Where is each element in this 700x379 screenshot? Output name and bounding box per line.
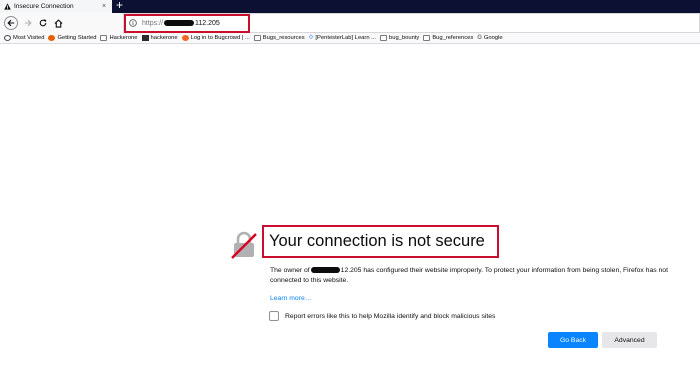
url-protocol: https://: [142, 19, 164, 27]
bookmark-getting-started[interactable]: Getting Started: [48, 35, 96, 41]
go-back-button[interactable]: Go Back: [548, 332, 598, 348]
bookmark-bug-references[interactable]: Bug_references: [423, 35, 473, 41]
google-icon: G: [477, 35, 482, 41]
bookmark-bugs-resources[interactable]: Bugs_resources: [253, 35, 305, 41]
firefox-icon: [48, 35, 56, 41]
bookmark-most-visited[interactable]: Most Visited: [4, 35, 44, 41]
tab-insecure-connection[interactable]: Insecure Connection ×: [0, 0, 112, 13]
url-host: 112.205: [195, 19, 220, 27]
url-redaction: [164, 20, 195, 26]
bugcrowd-icon: [181, 35, 189, 41]
forward-arrow-icon: [24, 19, 32, 27]
back-button[interactable]: [4, 16, 18, 30]
info-icon[interactable]: [129, 19, 137, 27]
advanced-button[interactable]: Advanced: [602, 332, 657, 348]
broken-lock-icon: [231, 231, 257, 259]
bookmark-bug-bounty[interactable]: bug_bounty: [380, 35, 419, 41]
bookmark-google[interactable]: G Google: [477, 35, 502, 41]
bookmark-bugcrowd[interactable]: Log in to Bugcrowd | ...: [181, 35, 250, 41]
warning-icon: [4, 3, 11, 10]
report-errors-option[interactable]: Report errors like this to help Mozilla …: [269, 311, 495, 321]
forward-button[interactable]: [22, 16, 34, 30]
bookmarks-toolbar: Most Visited Getting Started Hackerone h…: [0, 33, 700, 44]
pentesterlab-icon: ⟐: [308, 35, 314, 41]
reload-button[interactable]: [37, 16, 49, 30]
learn-more-link[interactable]: Learn more…: [270, 295, 312, 302]
home-icon: [54, 18, 62, 28]
folder-icon: [423, 35, 431, 41]
report-errors-label: Report errors like this to help Mozilla …: [285, 312, 496, 320]
tab-close-icon[interactable]: ×: [99, 3, 109, 10]
folder-icon: [100, 35, 108, 41]
folder-icon: [380, 35, 387, 41]
error-description: The owner of 12.205 has configured their …: [270, 266, 680, 286]
page-title: Your connection is not secure: [269, 232, 485, 250]
description-prefix: The owner of: [270, 267, 310, 274]
bookmark-hackerone-folder[interactable]: Hackerone: [100, 35, 138, 41]
host-redaction: [310, 267, 340, 274]
home-button[interactable]: [52, 16, 64, 30]
tab-title: Insecure Connection: [14, 3, 74, 10]
reload-icon: [39, 19, 47, 27]
folder-icon: [253, 35, 261, 41]
bookmark-hackerone[interactable]: hackerone: [141, 35, 178, 41]
report-errors-checkbox[interactable]: [269, 311, 279, 321]
gear-icon: [4, 35, 11, 41]
tab-strip: Insecure Connection × +: [0, 0, 700, 13]
hackerone-icon: [141, 35, 149, 41]
url-bar[interactable]: https:// 112.205: [123, 13, 700, 33]
new-tab-button[interactable]: +: [116, 0, 123, 12]
bookmark-pentesterlab[interactable]: ⟐ [PentesterLab] Learn ...: [309, 35, 376, 41]
back-arrow-icon: [7, 19, 15, 27]
